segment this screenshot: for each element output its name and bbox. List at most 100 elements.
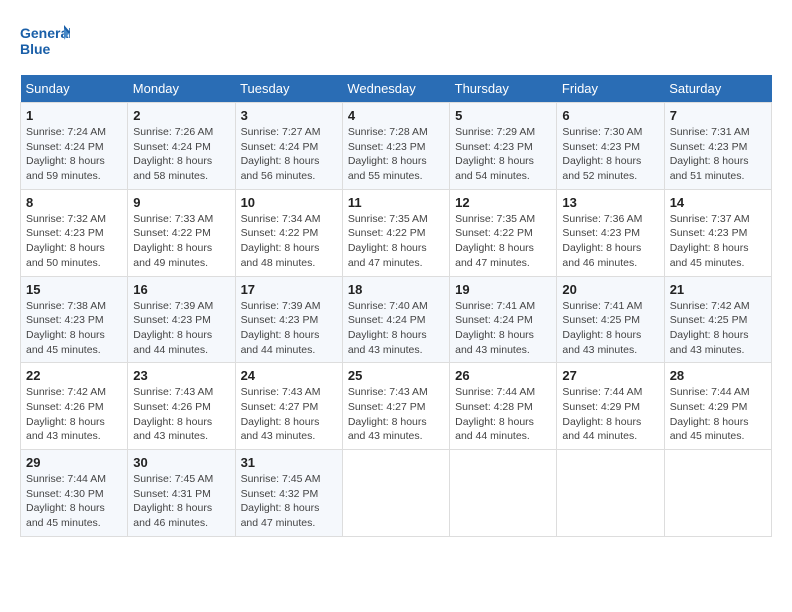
day-number: 25 — [348, 368, 444, 383]
calendar-cell: 23 Sunrise: 7:43 AM Sunset: 4:26 PM Dayl… — [128, 363, 235, 450]
day-number: 12 — [455, 195, 551, 210]
calendar-cell: 20 Sunrise: 7:41 AM Sunset: 4:25 PM Dayl… — [557, 276, 664, 363]
calendar-cell: 22 Sunrise: 7:42 AM Sunset: 4:26 PM Dayl… — [21, 363, 128, 450]
day-number: 5 — [455, 108, 551, 123]
day-number: 20 — [562, 282, 658, 297]
weekday-header-thursday: Thursday — [450, 75, 557, 103]
day-info: Sunrise: 7:41 AM Sunset: 4:24 PM Dayligh… — [455, 299, 551, 358]
calendar-cell: 12 Sunrise: 7:35 AM Sunset: 4:22 PM Dayl… — [450, 189, 557, 276]
calendar-cell: 30 Sunrise: 7:45 AM Sunset: 4:31 PM Dayl… — [128, 450, 235, 537]
day-number: 14 — [670, 195, 766, 210]
svg-text:General: General — [20, 25, 70, 41]
day-number: 30 — [133, 455, 229, 470]
logo-icon: General Blue — [20, 20, 70, 60]
day-info: Sunrise: 7:33 AM Sunset: 4:22 PM Dayligh… — [133, 212, 229, 271]
calendar-cell: 21 Sunrise: 7:42 AM Sunset: 4:25 PM Dayl… — [664, 276, 771, 363]
day-info: Sunrise: 7:24 AM Sunset: 4:24 PM Dayligh… — [26, 125, 122, 184]
calendar-cell: 16 Sunrise: 7:39 AM Sunset: 4:23 PM Dayl… — [128, 276, 235, 363]
day-info: Sunrise: 7:43 AM Sunset: 4:27 PM Dayligh… — [348, 385, 444, 444]
day-info: Sunrise: 7:39 AM Sunset: 4:23 PM Dayligh… — [133, 299, 229, 358]
day-info: Sunrise: 7:42 AM Sunset: 4:25 PM Dayligh… — [670, 299, 766, 358]
day-number: 15 — [26, 282, 122, 297]
day-number: 27 — [562, 368, 658, 383]
calendar-cell — [450, 450, 557, 537]
calendar-cell: 2 Sunrise: 7:26 AM Sunset: 4:24 PM Dayli… — [128, 103, 235, 190]
day-info: Sunrise: 7:43 AM Sunset: 4:26 PM Dayligh… — [133, 385, 229, 444]
day-number: 19 — [455, 282, 551, 297]
day-info: Sunrise: 7:43 AM Sunset: 4:27 PM Dayligh… — [241, 385, 337, 444]
calendar-cell: 14 Sunrise: 7:37 AM Sunset: 4:23 PM Dayl… — [664, 189, 771, 276]
calendar-cell: 28 Sunrise: 7:44 AM Sunset: 4:29 PM Dayl… — [664, 363, 771, 450]
day-number: 8 — [26, 195, 122, 210]
day-number: 1 — [26, 108, 122, 123]
calendar-cell: 11 Sunrise: 7:35 AM Sunset: 4:22 PM Dayl… — [342, 189, 449, 276]
calendar-cell: 8 Sunrise: 7:32 AM Sunset: 4:23 PM Dayli… — [21, 189, 128, 276]
calendar-cell: 5 Sunrise: 7:29 AM Sunset: 4:23 PM Dayli… — [450, 103, 557, 190]
calendar-cell: 31 Sunrise: 7:45 AM Sunset: 4:32 PM Dayl… — [235, 450, 342, 537]
day-info: Sunrise: 7:32 AM Sunset: 4:23 PM Dayligh… — [26, 212, 122, 271]
calendar-cell: 18 Sunrise: 7:40 AM Sunset: 4:24 PM Dayl… — [342, 276, 449, 363]
weekday-header-tuesday: Tuesday — [235, 75, 342, 103]
day-number: 28 — [670, 368, 766, 383]
day-info: Sunrise: 7:27 AM Sunset: 4:24 PM Dayligh… — [241, 125, 337, 184]
calendar-cell: 3 Sunrise: 7:27 AM Sunset: 4:24 PM Dayli… — [235, 103, 342, 190]
page-header: General Blue — [20, 20, 772, 65]
calendar-cell — [342, 450, 449, 537]
calendar-cell — [664, 450, 771, 537]
day-number: 21 — [670, 282, 766, 297]
weekday-header-wednesday: Wednesday — [342, 75, 449, 103]
day-info: Sunrise: 7:40 AM Sunset: 4:24 PM Dayligh… — [348, 299, 444, 358]
calendar-cell: 27 Sunrise: 7:44 AM Sunset: 4:29 PM Dayl… — [557, 363, 664, 450]
svg-text:Blue: Blue — [20, 41, 51, 57]
calendar-cell: 29 Sunrise: 7:44 AM Sunset: 4:30 PM Dayl… — [21, 450, 128, 537]
day-info: Sunrise: 7:35 AM Sunset: 4:22 PM Dayligh… — [455, 212, 551, 271]
calendar-cell: 15 Sunrise: 7:38 AM Sunset: 4:23 PM Dayl… — [21, 276, 128, 363]
calendar-cell: 4 Sunrise: 7:28 AM Sunset: 4:23 PM Dayli… — [342, 103, 449, 190]
day-number: 31 — [241, 455, 337, 470]
day-info: Sunrise: 7:37 AM Sunset: 4:23 PM Dayligh… — [670, 212, 766, 271]
calendar-cell: 1 Sunrise: 7:24 AM Sunset: 4:24 PM Dayli… — [21, 103, 128, 190]
day-info: Sunrise: 7:36 AM Sunset: 4:23 PM Dayligh… — [562, 212, 658, 271]
calendar-header: SundayMondayTuesdayWednesdayThursdayFrid… — [21, 75, 772, 103]
calendar-week-1: 1 Sunrise: 7:24 AM Sunset: 4:24 PM Dayli… — [21, 103, 772, 190]
calendar-cell: 13 Sunrise: 7:36 AM Sunset: 4:23 PM Dayl… — [557, 189, 664, 276]
calendar-week-3: 15 Sunrise: 7:38 AM Sunset: 4:23 PM Dayl… — [21, 276, 772, 363]
day-number: 4 — [348, 108, 444, 123]
day-info: Sunrise: 7:28 AM Sunset: 4:23 PM Dayligh… — [348, 125, 444, 184]
day-info: Sunrise: 7:45 AM Sunset: 4:32 PM Dayligh… — [241, 472, 337, 531]
calendar-cell: 24 Sunrise: 7:43 AM Sunset: 4:27 PM Dayl… — [235, 363, 342, 450]
calendar-cell: 26 Sunrise: 7:44 AM Sunset: 4:28 PM Dayl… — [450, 363, 557, 450]
day-number: 6 — [562, 108, 658, 123]
day-number: 11 — [348, 195, 444, 210]
calendar-cell: 25 Sunrise: 7:43 AM Sunset: 4:27 PM Dayl… — [342, 363, 449, 450]
day-info: Sunrise: 7:29 AM Sunset: 4:23 PM Dayligh… — [455, 125, 551, 184]
weekday-header-friday: Friday — [557, 75, 664, 103]
logo: General Blue — [20, 20, 70, 65]
calendar-week-4: 22 Sunrise: 7:42 AM Sunset: 4:26 PM Dayl… — [21, 363, 772, 450]
day-info: Sunrise: 7:31 AM Sunset: 4:23 PM Dayligh… — [670, 125, 766, 184]
day-info: Sunrise: 7:30 AM Sunset: 4:23 PM Dayligh… — [562, 125, 658, 184]
calendar-cell: 19 Sunrise: 7:41 AM Sunset: 4:24 PM Dayl… — [450, 276, 557, 363]
day-number: 23 — [133, 368, 229, 383]
calendar-week-5: 29 Sunrise: 7:44 AM Sunset: 4:30 PM Dayl… — [21, 450, 772, 537]
day-number: 26 — [455, 368, 551, 383]
day-info: Sunrise: 7:44 AM Sunset: 4:30 PM Dayligh… — [26, 472, 122, 531]
day-number: 13 — [562, 195, 658, 210]
day-info: Sunrise: 7:44 AM Sunset: 4:29 PM Dayligh… — [562, 385, 658, 444]
day-number: 29 — [26, 455, 122, 470]
day-info: Sunrise: 7:41 AM Sunset: 4:25 PM Dayligh… — [562, 299, 658, 358]
calendar-cell: 10 Sunrise: 7:34 AM Sunset: 4:22 PM Dayl… — [235, 189, 342, 276]
day-number: 18 — [348, 282, 444, 297]
day-number: 2 — [133, 108, 229, 123]
day-number: 22 — [26, 368, 122, 383]
calendar-table: SundayMondayTuesdayWednesdayThursdayFrid… — [20, 75, 772, 537]
day-number: 24 — [241, 368, 337, 383]
day-info: Sunrise: 7:38 AM Sunset: 4:23 PM Dayligh… — [26, 299, 122, 358]
calendar-cell: 17 Sunrise: 7:39 AM Sunset: 4:23 PM Dayl… — [235, 276, 342, 363]
day-info: Sunrise: 7:39 AM Sunset: 4:23 PM Dayligh… — [241, 299, 337, 358]
day-number: 7 — [670, 108, 766, 123]
weekday-header-monday: Monday — [128, 75, 235, 103]
calendar-cell: 7 Sunrise: 7:31 AM Sunset: 4:23 PM Dayli… — [664, 103, 771, 190]
day-info: Sunrise: 7:44 AM Sunset: 4:29 PM Dayligh… — [670, 385, 766, 444]
day-number: 3 — [241, 108, 337, 123]
